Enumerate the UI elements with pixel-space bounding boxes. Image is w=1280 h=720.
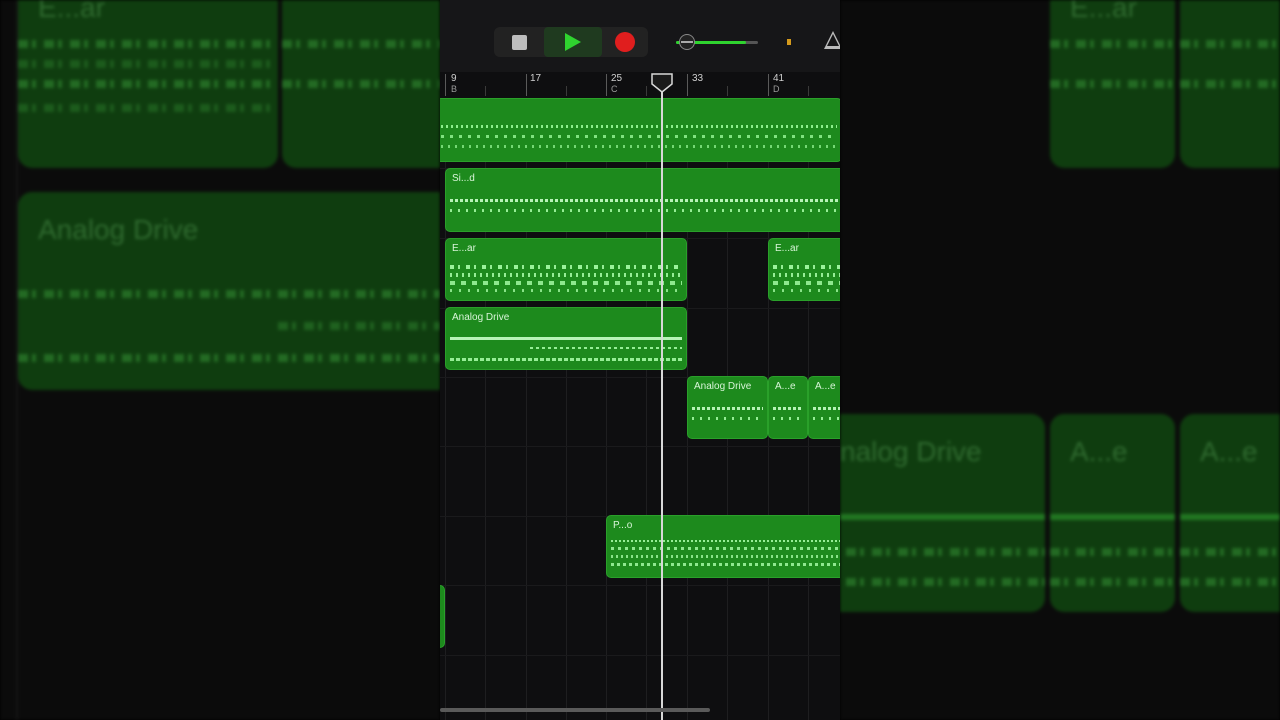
track-7-region[interactable]: P...o bbox=[606, 515, 840, 578]
section-marker: C bbox=[611, 84, 618, 94]
track-lanes: Si...d E...ar E...ar Analog Drive Analog… bbox=[440, 98, 840, 720]
region-notes bbox=[773, 399, 803, 432]
section-marker: D bbox=[773, 84, 780, 94]
record-icon bbox=[615, 32, 635, 52]
master-volume-knob[interactable] bbox=[679, 34, 695, 50]
track-2-region[interactable]: Si...d bbox=[445, 168, 840, 232]
region-notes bbox=[450, 191, 840, 225]
bg-region-label: A...e bbox=[1070, 436, 1128, 467]
region-notes bbox=[813, 399, 840, 432]
region-notes bbox=[450, 330, 682, 363]
transport-controls bbox=[494, 27, 648, 57]
region-name: Si...d bbox=[452, 173, 475, 184]
region-name: E...ar bbox=[452, 243, 476, 254]
track-4-region[interactable]: Analog Drive bbox=[445, 307, 687, 370]
record-button[interactable] bbox=[600, 27, 650, 57]
ruler-tick bbox=[687, 74, 688, 96]
play-icon bbox=[565, 33, 581, 51]
control-bar bbox=[440, 0, 840, 72]
region-name: A...e bbox=[775, 381, 796, 392]
track-5-region-3[interactable]: A...e bbox=[808, 376, 840, 439]
garageband-tracks-view: 9 17 25 33 41 B C D Si...d E...ar E...ar… bbox=[440, 0, 840, 720]
bar-number: 33 bbox=[692, 73, 704, 84]
bg-region-ear-2 bbox=[1180, 0, 1280, 168]
ruler-tick bbox=[606, 74, 607, 96]
background-right-zoomed: E...ar nalog Drive A...e A...e bbox=[840, 0, 1280, 720]
playhead-line bbox=[661, 86, 663, 720]
bg-region-label: E...ar bbox=[38, 0, 105, 23]
bg-region-ear: E...ar bbox=[18, 0, 278, 168]
section-marker: B bbox=[451, 84, 458, 94]
track-lane-8 bbox=[440, 585, 840, 656]
bg-region-label: E...ar bbox=[1070, 0, 1137, 23]
bg-region-label: Analog Drive bbox=[38, 214, 199, 245]
track-8-region[interactable] bbox=[440, 585, 445, 648]
level-meter bbox=[787, 39, 791, 45]
track-5-region[interactable]: Analog Drive bbox=[687, 376, 768, 439]
stop-icon bbox=[511, 34, 527, 50]
region-notes bbox=[441, 121, 837, 155]
background-left-zoomed: E...ar Analog Drive bbox=[0, 0, 440, 720]
ruler-tick bbox=[485, 86, 486, 96]
track-5-region-2[interactable]: A...e bbox=[768, 376, 808, 439]
track-3-region-2[interactable]: E...ar bbox=[768, 238, 840, 301]
playhead-handle[interactable] bbox=[650, 72, 674, 94]
bg-region-label: A...e bbox=[1200, 436, 1258, 467]
region-notes bbox=[450, 261, 682, 294]
region-notes bbox=[611, 538, 840, 571]
play-button[interactable] bbox=[544, 27, 602, 57]
bar-number: 25 bbox=[611, 73, 623, 84]
bg-region-ear-2 bbox=[282, 0, 440, 168]
track-3-region[interactable]: E...ar bbox=[445, 238, 687, 301]
stop-button[interactable] bbox=[494, 27, 544, 57]
ruler-tick bbox=[646, 86, 647, 96]
region-name: Analog Drive bbox=[694, 381, 752, 392]
ruler-tick bbox=[768, 74, 769, 96]
timeline-ruler[interactable]: 9 17 25 33 41 B C D bbox=[440, 72, 840, 99]
region-notes bbox=[692, 399, 763, 432]
bg-region-analog-drive: Analog Drive bbox=[18, 192, 440, 390]
bar-number: 9 bbox=[451, 73, 457, 84]
horizontal-scrollbar[interactable] bbox=[440, 708, 710, 712]
region-name: Analog Drive bbox=[452, 312, 510, 323]
region-name: A...e bbox=[815, 381, 836, 392]
bg-region-ae-2: A...e bbox=[1180, 414, 1280, 612]
bar-number: 41 bbox=[773, 73, 785, 84]
region-notes bbox=[773, 261, 840, 294]
bg-region-ear: E...ar bbox=[1050, 0, 1175, 168]
bar-number: 17 bbox=[530, 73, 542, 84]
track-1-region[interactable] bbox=[440, 98, 840, 162]
bg-region-label: nalog Drive bbox=[840, 436, 982, 467]
region-name: E...ar bbox=[775, 243, 799, 254]
ruler-tick bbox=[566, 86, 567, 96]
ruler-tick bbox=[445, 74, 446, 96]
bg-region-ae: A...e bbox=[1050, 414, 1175, 612]
track-lane-6 bbox=[440, 446, 840, 517]
bg-region-analog-drive: nalog Drive bbox=[840, 414, 1045, 612]
ruler-tick bbox=[727, 86, 728, 96]
metronome-icon[interactable] bbox=[824, 31, 840, 49]
region-name: P...o bbox=[613, 520, 633, 531]
ruler-tick bbox=[526, 74, 527, 96]
ruler-tick bbox=[808, 86, 809, 96]
